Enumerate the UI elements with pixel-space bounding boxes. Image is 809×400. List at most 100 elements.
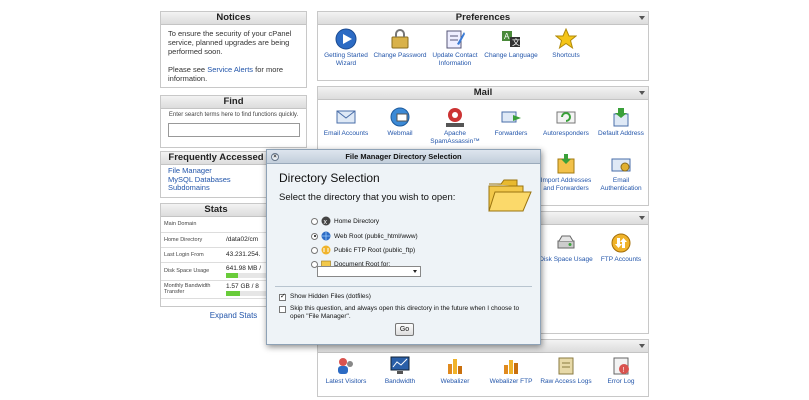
ftp-icon [321, 245, 331, 255]
stats-value: 43.231.254. [223, 247, 271, 263]
webmail-button[interactable]: Webmail [372, 106, 428, 138]
radio-home-directory[interactable] [311, 217, 318, 225]
default-address-button[interactable]: Default Address [593, 106, 649, 138]
radio-web-root[interactable] [311, 232, 318, 240]
find-search-input[interactable] [167, 123, 300, 137]
import-addresses-button[interactable]: Import Addresses and Forwarders [538, 153, 594, 192]
stats-title: Stats [161, 204, 271, 217]
visitors-icon [338, 358, 353, 374]
import-icon [557, 154, 575, 174]
email-icon [336, 110, 356, 124]
notices-text: To ensure the security of your cPanel se… [168, 29, 292, 56]
bandwidth-bar [226, 290, 266, 296]
spamassassin-icon [446, 108, 464, 127]
collapse-icon[interactable] [639, 344, 645, 348]
svg-text:文: 文 [512, 37, 520, 47]
find-title: Find [161, 96, 306, 109]
stats-value: /data02/cm [223, 232, 271, 248]
stats-value [223, 217, 271, 233]
default-address-icon [613, 108, 629, 127]
ftp-accounts-icon [611, 233, 631, 253]
option-web-root[interactable]: Web Root (public_html/www) [311, 231, 418, 241]
raw-access-logs-button[interactable]: Raw Access Logs [538, 354, 594, 386]
stats-row: Home Directory/data02/cm [161, 232, 271, 248]
show-hidden-files-label: Show Hidden Files (dotfiles) [290, 293, 371, 300]
collapse-icon[interactable] [639, 16, 645, 20]
wizard-play-icon [335, 28, 357, 50]
option-label: Web Root (public_html/www) [334, 232, 418, 240]
skip-question-label: Skip this question, and always open this… [290, 305, 520, 320]
getting-started-wizard-button[interactable]: Getting Started Wizard [318, 28, 374, 67]
bandwidth-icon [390, 356, 410, 374]
webalizer-ftp-icon [504, 360, 518, 374]
bandwidth-button[interactable]: Bandwidth [372, 354, 428, 386]
dialog-divider [275, 286, 532, 287]
globe-icon [321, 231, 331, 241]
frequently-accessed-panel: Frequently Accessed File Manager MySQL D… [160, 151, 272, 198]
contact-info-icon [446, 30, 465, 49]
raw-logs-icon [558, 357, 574, 375]
spamassassin-button[interactable]: Apache SpamAssassin™ [427, 106, 483, 145]
shortcuts-button[interactable]: Shortcuts [538, 28, 594, 60]
svg-text:A: A [504, 32, 510, 41]
webalizer-ftp-button[interactable]: Webalizer FTP [483, 354, 539, 386]
frequently-accessed-title: Frequently Accessed [161, 152, 271, 165]
svg-text:x: x [324, 219, 328, 226]
email-auth-icon [611, 158, 631, 172]
error-log-button[interactable]: ! Error Log [593, 354, 649, 386]
find-hint: Enter search terms here to find function… [168, 112, 299, 118]
document-root-select[interactable] [317, 266, 421, 277]
webalizer-button[interactable]: Webalizer [427, 354, 483, 386]
email-accounts-button[interactable]: Email Accounts [318, 106, 374, 138]
find-panel: Find Enter search terms here to find fun… [160, 95, 307, 148]
stats-label: Disk Space Usage [161, 262, 223, 281]
disk-usage-bar-fill [226, 272, 238, 278]
freq-item-subdomains[interactable]: Subdomains [168, 183, 264, 193]
svg-text:!: ! [622, 367, 624, 374]
change-password-button[interactable]: Change Password [372, 28, 428, 60]
email-authentication-button[interactable]: Email Authentication [593, 153, 649, 192]
service-alerts-link[interactable]: Service Alerts [207, 65, 253, 74]
latest-visitors-button[interactable]: Latest Visitors [318, 354, 374, 386]
change-language-button[interactable]: A文 Change Language [483, 28, 539, 60]
update-contact-info-button[interactable]: Update Contact Information [427, 28, 483, 67]
autoresponders-button[interactable]: Autoresponders [538, 106, 594, 138]
collapse-icon[interactable] [639, 216, 645, 220]
forwarders-button[interactable]: Forwarders [483, 106, 539, 138]
option-public-ftp-root[interactable]: Public FTP Root (public_ftp) [311, 245, 415, 255]
notices-alert-line: Please see Service Alerts for more infor… [168, 65, 284, 83]
dialog-heading: Directory Selection [279, 171, 380, 185]
go-button[interactable]: Go [395, 323, 414, 336]
stats-table: Main Domain Home Directory/data02/cm Las… [161, 217, 271, 299]
collapse-icon[interactable] [639, 91, 645, 95]
folder-icon [488, 179, 532, 212]
stats-row: Disk Space Usage 641.98 MB / [161, 262, 271, 281]
option-label: Home Directory [334, 217, 380, 225]
show-hidden-files-option[interactable]: Show Hidden Files (dotfiles) [279, 293, 371, 301]
directory-selection-dialog: × File Manager Directory Selection Direc… [266, 149, 541, 345]
disk-space-usage-button[interactable]: Disk Space Usage [538, 232, 594, 264]
ftp-accounts-button[interactable]: FTP Accounts [593, 232, 649, 264]
notices-title: Notices [161, 12, 306, 25]
mail-title: Mail [318, 87, 648, 100]
autoresponder-icon [556, 111, 576, 124]
radio-public-ftp-root[interactable] [311, 246, 318, 254]
skip-question-checkbox[interactable] [279, 306, 286, 313]
stats-label: Home Directory [161, 232, 223, 248]
stats-row: Last Login From 43.231.254. [161, 247, 271, 263]
notices-panel: Notices To ensure the security of your c… [160, 11, 307, 88]
show-hidden-files-checkbox[interactable] [279, 293, 286, 301]
option-home-directory[interactable]: x Home Directory [311, 216, 379, 226]
dialog-title-bar: × File Manager Directory Selection [267, 150, 540, 164]
language-icon: A文 [502, 31, 520, 47]
stats-value: 1.57 GB / 8 [226, 282, 259, 290]
skip-question-option[interactable]: Skip this question, and always open this… [279, 305, 529, 321]
disk-usage-icon [557, 235, 575, 249]
dialog-title: File Manager Directory Selection [345, 152, 462, 161]
stats-value: 641.98 MB / [226, 264, 262, 272]
stats-label: Last Login From [161, 247, 223, 263]
close-icon[interactable]: × [271, 153, 279, 161]
error-log-icon: ! [613, 357, 629, 375]
logs-panel: Latest Visitors Bandwidth Webalizer Weba… [317, 339, 649, 397]
webalizer-icon [448, 359, 462, 374]
